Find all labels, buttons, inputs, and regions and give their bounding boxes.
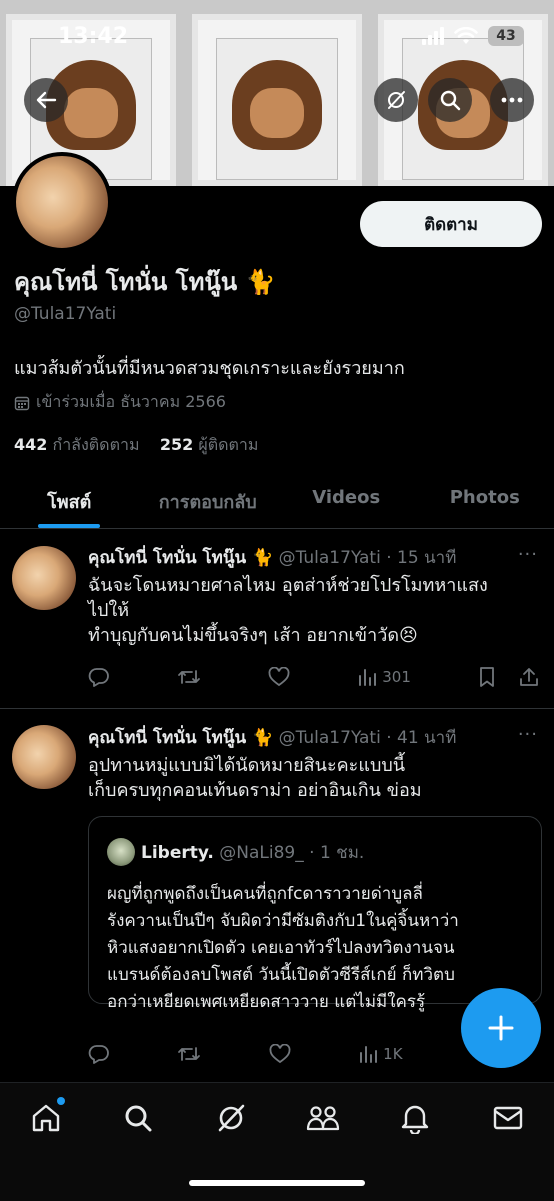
post-actions: 301 xyxy=(88,664,540,690)
reply-icon xyxy=(88,1043,110,1065)
grok-icon xyxy=(215,1102,247,1134)
like-button[interactable] xyxy=(268,667,290,687)
post-author-handle: @Tula17Yati xyxy=(279,548,381,568)
followers-link[interactable]: 252 ผู้ติดตาม xyxy=(160,435,259,454)
search-button[interactable] xyxy=(428,78,472,122)
heart-icon xyxy=(268,667,290,687)
following-label: กำลังติดตาม xyxy=(53,435,140,454)
reply-icon xyxy=(88,666,110,688)
reply-button[interactable] xyxy=(88,666,110,688)
calendar-icon xyxy=(14,395,30,411)
post-text: ฉันจะโดนหมายศาลไหม อุตส่าห์ช่วยโปรโมทหาแ… xyxy=(88,573,534,648)
post-avatar[interactable] xyxy=(12,725,76,789)
follow-stats: 442 กำลังติดตาม 252 ผู้ติดตาม xyxy=(14,433,258,458)
following-count: 442 xyxy=(14,435,47,454)
back-arrow-icon xyxy=(35,89,57,111)
profile-avatar[interactable] xyxy=(12,152,112,252)
repost-button[interactable] xyxy=(177,1043,201,1065)
views-chart-icon xyxy=(357,667,377,687)
views-count: 301 xyxy=(382,668,411,686)
post-author-name: คุณโทนี่ โทนั่น โทนู๊น 🐈 xyxy=(88,548,273,568)
share-icon[interactable] xyxy=(518,666,540,688)
cellular-signal-icon xyxy=(422,27,444,45)
post-more-icon[interactable]: ··· xyxy=(518,724,538,745)
bell-icon xyxy=(400,1102,430,1134)
profile-display-name: คุณโทนี่ โทนั่น โทนู๊น 🐈 xyxy=(14,262,275,301)
views-button[interactable]: 301 xyxy=(357,667,411,687)
following-link[interactable]: 442 กำลังติดตาม xyxy=(14,435,140,454)
post-text: อุปทานหมู่แบบมิได้นัดหมายสินะคะแบบนี้ เก… xyxy=(88,753,534,803)
views-count: 1K xyxy=(383,1045,402,1063)
follow-button[interactable]: ติดตาม xyxy=(360,201,542,247)
nav-messages[interactable] xyxy=(485,1095,531,1141)
tab-videos[interactable]: Videos xyxy=(277,470,416,528)
post-header: คุณโทนี่ โทนั่น โทนู๊น 🐈 @Tula17Yati · 1… xyxy=(88,544,456,571)
bottom-navigation xyxy=(0,1082,554,1201)
quoted-post-avatar xyxy=(107,838,135,866)
nav-grok[interactable] xyxy=(208,1095,254,1141)
heart-icon xyxy=(269,1044,291,1064)
home-icon xyxy=(30,1102,62,1134)
nav-notifications[interactable] xyxy=(392,1095,438,1141)
battery-indicator: 43 xyxy=(488,26,524,46)
post-time: · 15 นาที xyxy=(386,548,456,568)
followers-label: ผู้ติดตาม xyxy=(198,435,258,454)
search-icon xyxy=(439,89,461,111)
communities-icon xyxy=(306,1102,340,1134)
tab-posts[interactable]: โพสต์ xyxy=(0,470,139,528)
repost-icon xyxy=(177,1043,201,1065)
post-time: · 41 นาที xyxy=(386,728,456,748)
quoted-post-header: Liberty. @NaLi89_ · 1 ชม. xyxy=(141,839,364,866)
views-button[interactable]: 1K xyxy=(358,1044,402,1064)
post-avatar[interactable] xyxy=(12,546,76,610)
nav-communities[interactable] xyxy=(300,1095,346,1141)
quoted-post[interactable]: Liberty. @NaLi89_ · 1 ชม. ผญที่ถูกพูดถึง… xyxy=(88,816,542,1004)
status-time: 13:42 xyxy=(58,24,128,49)
back-button[interactable] xyxy=(24,78,68,122)
tab-photos[interactable]: Photos xyxy=(416,470,554,528)
bookmark-icon[interactable] xyxy=(478,666,496,688)
post-more-icon[interactable]: ··· xyxy=(518,544,538,565)
profile-handle: @Tula17Yati xyxy=(14,304,116,324)
quoted-author-name: Liberty. xyxy=(141,843,214,863)
quoted-author-handle: @NaLi89_ xyxy=(219,843,303,863)
views-chart-icon xyxy=(358,1044,378,1064)
tab-replies[interactable]: การตอบกลับ xyxy=(139,470,278,528)
repost-button[interactable] xyxy=(177,666,201,688)
profile-joined: เข้าร่วมเมื่อ ธันวาคม 2566 xyxy=(14,390,226,415)
home-indicator xyxy=(189,1180,365,1186)
more-options-button[interactable] xyxy=(490,78,534,122)
post-author-name: คุณโทนี่ โทนั่น โทนู๊น 🐈 xyxy=(88,728,273,748)
home-notification-dot xyxy=(57,1097,65,1105)
profile-tabs: โพสต์ การตอบกลับ Videos Photos xyxy=(0,470,554,529)
plus-icon xyxy=(486,1013,516,1043)
quoted-post-time: · 1 ชม. xyxy=(309,843,364,863)
wifi-icon xyxy=(454,27,478,45)
compose-button[interactable] xyxy=(461,988,541,1068)
quoted-post-text: ผญที่ถูกพูดถึงเป็นคนที่ถูกfcดาราวายด่าบู… xyxy=(107,881,527,1016)
post-header: คุณโทนี่ โทนั่น โทนู๊น 🐈 @Tula17Yati · 4… xyxy=(88,724,456,751)
followers-count: 252 xyxy=(160,435,193,454)
profile-bio: แมวส้มตัวนั้นที่มีหนวดสวมชุดเกราะและยังร… xyxy=(14,353,405,382)
grok-button[interactable] xyxy=(374,78,418,122)
search-icon xyxy=(123,1103,153,1133)
repost-icon xyxy=(177,666,201,688)
mail-icon xyxy=(492,1104,524,1132)
like-button[interactable] xyxy=(269,1044,291,1064)
reply-button[interactable] xyxy=(88,1043,110,1065)
post-item[interactable]: คุณโทนี่ โทนั่น โทนู๊น 🐈 @Tula17Yati · 1… xyxy=(0,528,554,708)
more-horizontal-icon xyxy=(501,97,523,103)
post-secondary-actions xyxy=(478,666,540,688)
joined-date: เข้าร่วมเมื่อ ธันวาคม 2566 xyxy=(36,390,226,415)
nav-home[interactable] xyxy=(23,1095,69,1141)
nav-search[interactable] xyxy=(115,1095,161,1141)
post-author-handle: @Tula17Yati xyxy=(279,728,381,748)
grok-icon xyxy=(385,89,407,111)
status-bar: 13:42 43 xyxy=(0,0,554,74)
